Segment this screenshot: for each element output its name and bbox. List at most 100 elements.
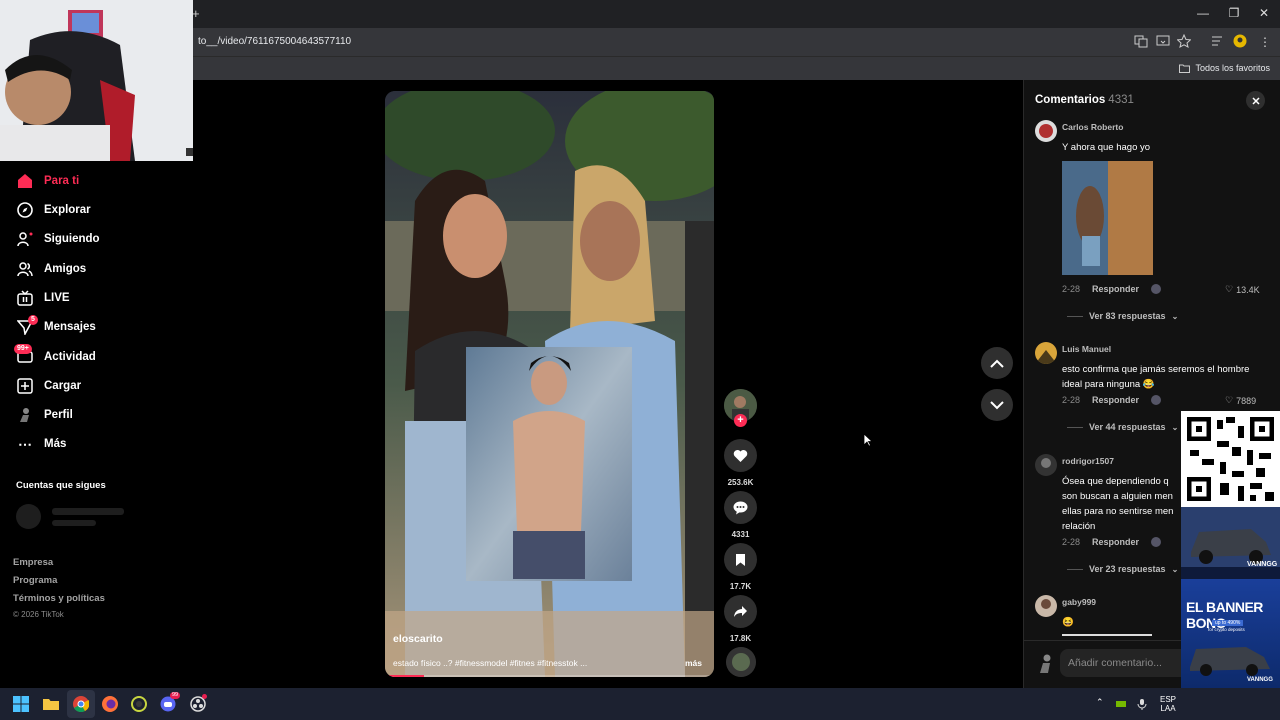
browser-menu-icon[interactable]: ⋮ [1258,35,1272,49]
reply-button[interactable]: Responder [1092,284,1139,294]
footer-link-programa[interactable]: Programa [13,575,57,586]
comment-avatar[interactable] [1035,454,1057,476]
comment-button[interactable]: 4331 [724,491,757,539]
reading-list-icon[interactable] [1210,34,1224,48]
microphone-icon[interactable] [1136,698,1148,710]
close-icon [1251,96,1260,105]
all-bookmarks-label: Todos los favoritos [1195,63,1270,73]
reply-button[interactable]: Responder [1092,395,1139,405]
sidebar-item-label: Actividad [44,351,96,363]
video-progress-bar[interactable] [385,675,714,677]
windows-start-icon[interactable] [13,696,29,712]
sidebar-item-explorar[interactable]: Explorar [16,199,91,221]
view-replies-label: Ver 83 respuestas [1089,311,1166,321]
comment-avatar[interactable] [1035,595,1057,617]
follow-plus-icon[interactable]: + [734,414,747,427]
previous-video-button[interactable] [981,347,1013,379]
new-tab-button[interactable]: + [192,6,200,21]
comment-like-button[interactable]: ♡ 13.4K [1225,284,1260,295]
creator-avatar-button[interactable]: + [724,389,757,427]
sidebar-item-para-ti[interactable]: Para ti [16,170,79,192]
restore-icon[interactable]: ❐ [1227,6,1241,20]
address-bar[interactable]: to__/video/7611675004643577110 [198,36,351,47]
comment-count: 4331 [731,530,750,539]
comment-like-button[interactable]: ♡ 7889 [1225,395,1256,406]
minimize-icon[interactable]: — [1196,6,1210,20]
comment-username[interactable]: rodrigor1507 [1062,456,1114,466]
sidebar-item-amigos[interactable]: Amigos [16,258,86,280]
compass-icon [16,201,34,219]
folder-icon [1179,64,1191,73]
car-ad-image [1181,507,1280,579]
comment-text: esto confirma que jamás seremos el hombr… [1062,364,1250,390]
bonus-banner-ad[interactable]: EL BANNER BONO up to 490% for crypto dep… [1181,579,1280,688]
messages-icon: 5 [16,315,38,336]
webcam-image [0,0,193,161]
sidebar-item-actividad[interactable]: 99+ Actividad [14,344,96,368]
app-icon[interactable] [131,696,147,712]
firefox-icon[interactable] [102,696,118,712]
caption-more-button[interactable]: más [685,658,702,668]
keyboard-language[interactable]: ESP LAA [1160,695,1176,713]
comment-like-count: 13.4K [1236,284,1260,295]
gpu-icon[interactable] [1115,698,1127,710]
video-username[interactable]: eloscarito [393,633,443,645]
sidebar-item-mas[interactable]: ⋯ Más [16,433,66,455]
comment-username[interactable]: gaby999 [1062,597,1096,607]
comment-image[interactable] [1062,161,1153,275]
friends-icon [16,260,34,278]
like-button[interactable]: 253.6K [724,439,757,487]
sidebar-item-siguiendo[interactable]: Siguiendo [16,228,100,250]
install-icon[interactable] [1156,34,1170,48]
save-button[interactable]: 17.7K [724,543,757,591]
sidebar-item-label: Amigos [44,263,87,275]
sidebar-item-live[interactable]: LIVE [16,287,70,309]
view-replies-button[interactable]: Ver 23 respuestas ⌄ [1067,564,1178,574]
comment-date: 2-28 [1062,537,1081,547]
comment-avatar[interactable] [1035,120,1057,142]
view-replies-button[interactable]: Ver 83 respuestas ⌄ [1067,311,1178,321]
sidebar: Para ti Explorar Siguiendo Amigos LIVE 5… [0,80,160,688]
home-icon [16,172,34,190]
comments-count: 4331 [1108,94,1134,106]
recording-dot [202,694,207,699]
sidebar-item-cargar[interactable]: Cargar [16,375,81,397]
close-window-icon[interactable]: ✕ [1257,6,1271,20]
sidebar-item-label: LIVE [44,292,70,304]
share-count: 17.8K [729,634,752,643]
comment-input[interactable] [1060,649,1200,677]
sidebar-item-perfil[interactable]: Perfil [16,404,73,426]
comment-avatar[interactable] [1035,342,1057,364]
qr-code-ad[interactable] [1181,411,1280,507]
profile-avatar-icon[interactable] [1233,34,1247,48]
share-button[interactable]: 17.8K [724,595,757,643]
creator-liked-icon [1151,537,1162,547]
sidebar-item-label: Mensajes [44,321,96,333]
comment-text: Y ahora que hago yo [1062,142,1151,153]
close-comments-button[interactable] [1246,91,1265,110]
comment-username[interactable]: Luis Manuel [1062,344,1111,354]
following-accounts-title: Cuentas que sigues [16,480,106,491]
music-disc-button[interactable] [724,647,757,677]
reply-button[interactable]: Responder [1092,537,1139,547]
sidebar-item-mensajes[interactable]: 5 Mensajes [16,315,96,338]
file-explorer-icon[interactable] [43,696,59,712]
all-bookmarks-link[interactable]: Todos los favoritos [1179,63,1270,73]
comment-username[interactable]: Carlos Roberto [1062,122,1123,132]
video-player[interactable]: eloscarito estado físico ..? #fitnessmod… [385,91,714,677]
next-video-button[interactable] [981,389,1013,421]
footer-link-terminos[interactable]: Términos y políticas [13,593,105,604]
live-icon [16,289,34,307]
copyright: © 2026 TikTok [13,610,64,619]
comment-icon [724,491,757,524]
chat-app-badge: 99 [170,692,181,699]
chevron-down-icon: ⌄ [1171,422,1179,432]
tray-expand-icon[interactable]: ⌃ [1096,698,1104,707]
view-replies-button[interactable]: Ver 44 respuestas ⌄ [1067,422,1178,432]
translate-icon[interactable] [1134,34,1148,48]
activity-badge: 99+ [14,344,32,354]
car-ad[interactable]: VANNGG [1181,507,1280,579]
footer-link-empresa[interactable]: Empresa [13,557,53,568]
comment-item: Carlos Roberto Y ahora que hago yo 2-28 … [1035,120,1275,330]
bookmark-star-icon[interactable] [1177,34,1191,48]
